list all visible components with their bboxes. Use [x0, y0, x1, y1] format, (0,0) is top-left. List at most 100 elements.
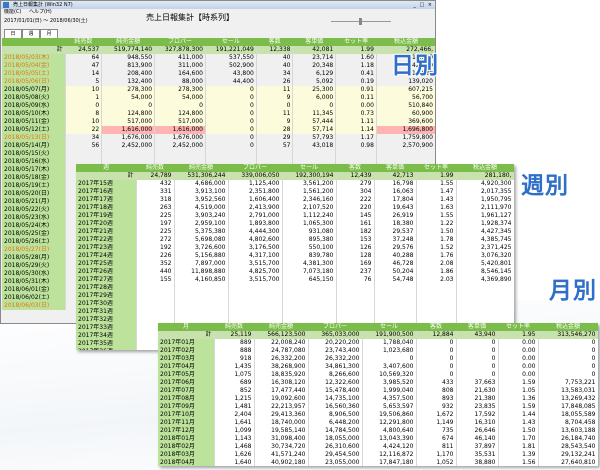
table-row[interactable]: 2018/05/09(水) 0 0 0 0 0 0 0.00 510,840 [2, 102, 435, 110]
table-row[interactable]: 2018/05/14(月) 56 2,452,000 2,452,000 0 57 43,0… [2, 142, 435, 150]
window-controls[interactable]: _ □ × [413, 1, 433, 9]
table-row[interactable]: 2017年05月 1,075 18,835,920 8,266,600 10,569,3… [158, 371, 598, 379]
table-cell: 1,999,040 [362, 387, 417, 395]
table-row[interactable]: 2017年27週 155 4,160,850 3,515,700 645,150 76 54… [76, 276, 514, 284]
table-row[interactable]: 2017年03月 918 26,332,200 26,332,200 0 0 0 0.00 0 [158, 355, 598, 363]
table-cell [174, 284, 229, 292]
table-row[interactable]: 2018年01月 1,143 31,098,400 18,055,000 13,043,… [158, 435, 598, 443]
column-header[interactable]: 純売金額 [254, 323, 308, 331]
column-header[interactable]: プロパー [308, 323, 362, 331]
total-row[interactable]: 計 24,537 519,774,140 327,878,300 191,221,049… [2, 46, 435, 54]
column-header[interactable]: 純売数 [136, 164, 174, 172]
column-header[interactable]: プロパー [228, 164, 282, 172]
column-header[interactable]: セット率 [416, 164, 456, 172]
table-row[interactable]: 2017年11月 1,641 18,740,000 6,448,200 12,291,8… [158, 419, 598, 427]
table-row[interactable]: 2018/05/03(木) 64 948,550 411,000 537,550 40 23… [2, 54, 435, 62]
table-row[interactable]: 2017年23週 192 3,726,600 3,176,500 550,100 126 2… [76, 244, 514, 252]
table-row[interactable]: 2018年04月 1,640 40,902,180 23,055,000 17,847,… [158, 459, 598, 466]
table-cell: 12,322,600 [308, 379, 363, 387]
table-row[interactable]: 2017年22週 272 5,698,080 4,802,600 895,380 153 3… [76, 236, 514, 244]
column-header[interactable]: 客数 [336, 164, 374, 172]
column-header[interactable]: 客単価 [292, 38, 336, 46]
table-row[interactable]: 2017年06月 689 16,308,120 12,322,600 3,985,520… [158, 379, 598, 387]
table-row[interactable]: 2017年04月 1,435 38,268,900 34,861,300 3,407,6… [158, 363, 598, 371]
table-cell: 0 [538, 347, 598, 355]
column-header[interactable]: セール [205, 38, 257, 46]
column-header[interactable]: 月 [158, 323, 214, 331]
table-row[interactable]: 2017年28週 [76, 284, 514, 292]
column-header[interactable]: 週 [76, 164, 136, 172]
row-label: 2017年09月 [158, 403, 215, 411]
table-row[interactable]: 2017年16週 331 3,913,100 2,351,800 1,561,200 30… [76, 188, 514, 196]
table-row[interactable]: 2017年29週 [76, 292, 514, 300]
table-row[interactable]: 2017年15週 432 4,686,000 1,125,400 3,561,200 27… [76, 180, 514, 188]
column-header[interactable]: 客数 [256, 38, 293, 46]
table-row[interactable]: 2018/05/10(木) 8 124,800 124,800 0 11 11,345 0.7… [2, 110, 435, 118]
column-header[interactable]: 税込金額 [456, 164, 514, 172]
table-cell: 1,170 [416, 451, 457, 459]
table-row[interactable]: 2017年31週 [76, 308, 514, 316]
table-cell: 128 [336, 252, 375, 260]
column-header[interactable]: 純売数 [214, 323, 254, 331]
column-header[interactable]: 純売数 [65, 38, 102, 46]
table-cell: 13,603,188 [538, 427, 598, 435]
total-row[interactable]: 計 25,119 566,123,500 365,033,000 191,900,500… [158, 331, 598, 339]
table-row[interactable]: 2017年01月 889 22,008,240 20,220,200 1,788,040… [158, 339, 598, 347]
table-row[interactable]: 2018/05/11(金) 10 517,000 517,000 0 9 57,444 1.1… [2, 118, 435, 126]
table-row[interactable]: 2018/05/05(土) 14 208,400 164,600 43,800 34 6,1… [2, 70, 435, 78]
column-header[interactable]: 純売金額 [101, 38, 155, 46]
table-row[interactable]: 2017年25週 352 7,897,000 3,515,700 4,381,300 16… [76, 260, 514, 268]
table-row[interactable]: 2017年19週 225 3,903,240 2,791,000 1,112,240 14… [76, 212, 514, 220]
table-row[interactable]: 2017年12月 1,099 19,585,140 14,784,500 4,800,6… [158, 427, 598, 435]
total-row[interactable]: 計 24,789 531,306,244 339,006,050 192,300,194… [76, 172, 514, 180]
zoom-slider-thumb[interactable] [359, 18, 362, 25]
table-row[interactable]: 2018/05/12(土) 22 1,616,000 1,616,000 0 28 57,7… [2, 126, 435, 134]
table-row[interactable]: 2017年26週 440 11,898,880 4,825,700 7,073,180 2… [76, 268, 514, 276]
table-row[interactable]: 2018年02月 1,468 30,734,720 26,310,600 4,424,1… [158, 443, 598, 451]
menu-help[interactable]: ヘルプ(H) [29, 9, 52, 15]
table-cell: 2,371,425 [456, 244, 514, 252]
table-row[interactable]: 2017年08月 1,215 19,092,600 14,735,100 4,357,5… [158, 395, 598, 403]
table-cell: 0.00 [498, 339, 539, 347]
table-row[interactable]: 2018/05/13(日) 34 1,676,000 1,676,000 0 29 57,7… [2, 134, 435, 142]
table-cell: 0 [154, 102, 206, 110]
table-row[interactable]: 2017年09月 1,481 22,213,957 16,560,360 5,653,5… [158, 403, 598, 411]
column-header[interactable]: セール [282, 164, 336, 172]
table-cell: 1.18 [335, 62, 377, 70]
table-row[interactable]: 2017年07月 852 17,477,440 15,478,400 1,999,040… [158, 387, 598, 395]
table-row[interactable]: 2017年17週 318 3,952,560 1,606,400 2,346,160 22… [76, 196, 514, 204]
table-cell: 8,906,500 [308, 411, 363, 419]
column-header[interactable]: 客単価 [374, 164, 416, 172]
table-row[interactable]: 2018/05/08(火) 1 54,000 54,000 0 9 6,000 0.11 56,… [2, 94, 435, 102]
column-header[interactable]: 客単価 [456, 323, 498, 331]
table-cell [174, 308, 229, 316]
table-row[interactable]: 2017年18週 263 4,519,000 2,413,900 2,107,520 22… [76, 204, 514, 212]
table-row[interactable]: 2017年02月 888 24,787,080 23,743,400 1,023,680… [158, 347, 598, 355]
table-cell: 1.56 [498, 459, 539, 466]
column-header[interactable]: 客数 [416, 323, 456, 331]
row-label: 2017年11月 [158, 419, 215, 427]
table-row[interactable]: 2018/05/04(金) 47 813,900 311,000 502,900 40 20… [2, 62, 435, 70]
table-row[interactable]: 2018年03月 1,626 41,571,240 29,454,500 12,116,… [158, 451, 598, 459]
table-row[interactable]: 2017年24週 226 5,156,880 4,317,100 839,780 128 4… [76, 252, 514, 260]
column-header[interactable]: セット率 [498, 323, 538, 331]
table-cell: 813,900 [101, 62, 156, 70]
column-header[interactable]: セット率 [335, 38, 377, 46]
table-row[interactable]: 2018/05/06(日) 5 132,400 88,000 44,400 26 5,092… [2, 78, 435, 86]
row-label: 2017年32週 [76, 316, 137, 324]
table-row[interactable]: 2018/05/15(火) [2, 150, 435, 158]
row-label: 2018/05/14(月) [2, 142, 66, 150]
table-row[interactable]: 2017年20週 197 2,959,100 1,893,800 1,065,300 16… [76, 220, 514, 228]
table-row[interactable]: 2017年10月 2,404 29,413,360 8,906,500 19,506,8… [158, 411, 598, 419]
table-cell: 1.86 [416, 268, 457, 276]
column-header[interactable]: セール [362, 323, 416, 331]
table-row[interactable]: 2017年30週 [76, 300, 514, 308]
column-header[interactable]: 純売金額 [174, 164, 228, 172]
column-header[interactable]: 税込金額 [376, 38, 435, 46]
column-header[interactable]: プロパー [154, 38, 206, 46]
menu-function[interactable]: 機能(C) [4, 9, 21, 15]
table-row[interactable]: 2017年21週 225 5,375,380 4,444,300 931,080 182 2… [76, 228, 514, 236]
column-header[interactable] [2, 38, 66, 46]
column-header[interactable]: 税込金額 [538, 323, 598, 331]
table-row[interactable]: 2018/05/07(月) 10 278,300 278,300 0 11 25,300 0.… [2, 86, 435, 94]
